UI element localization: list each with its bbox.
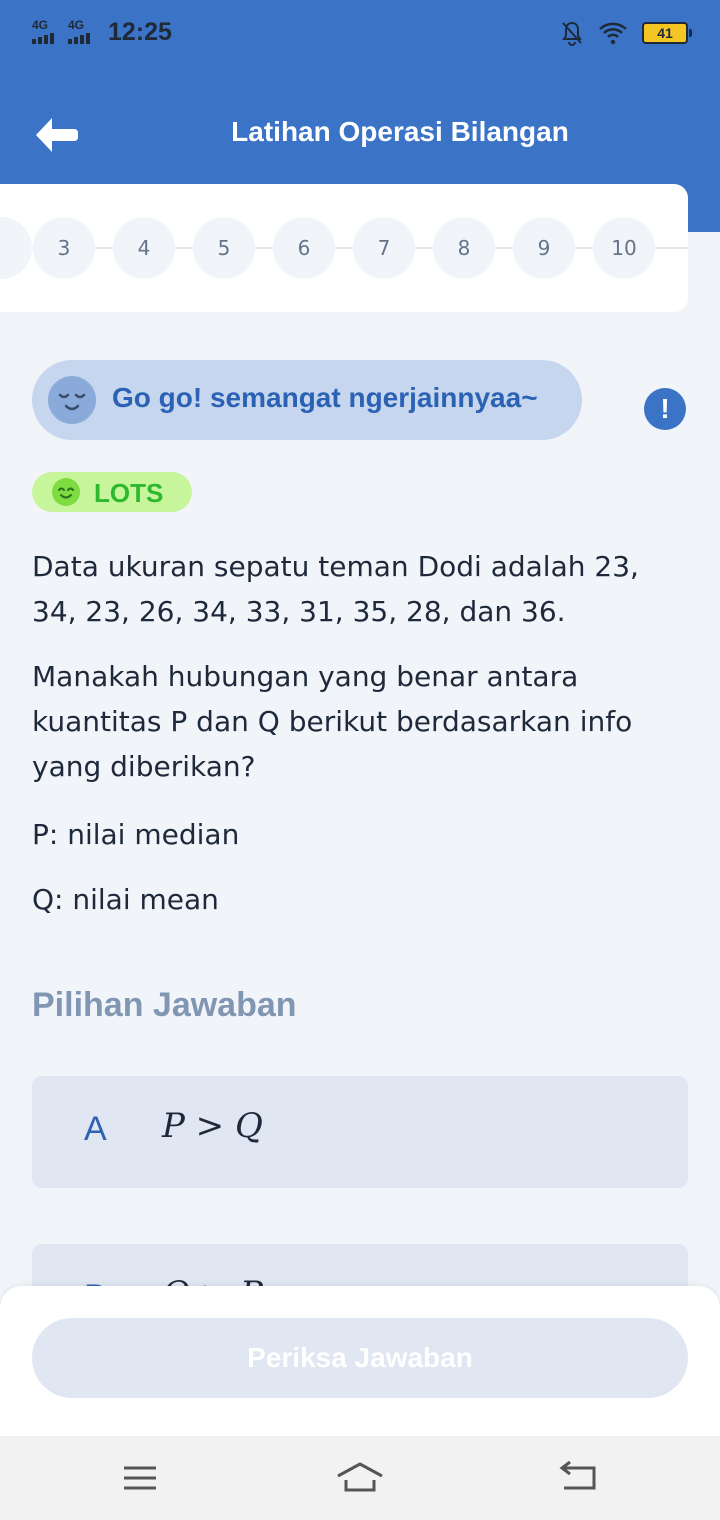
menu-icon — [124, 1466, 156, 1490]
question-navigator: 3 4 5 6 7 8 9 10 — [0, 184, 688, 312]
motivation-banner: Go go! semangat ngerjainnyaa~ — [32, 360, 582, 440]
question-number-button[interactable]: 4 — [113, 217, 175, 279]
answer-option-a[interactable]: A P > Q — [32, 1076, 688, 1188]
check-answer-button[interactable]: Periksa Jawaban — [32, 1318, 688, 1398]
status-time: 12:25 — [108, 18, 172, 46]
page-title: Latihan Operasi Bilangan — [231, 116, 569, 147]
battery-level: 41 — [657, 25, 673, 41]
bell-muted-icon — [562, 21, 582, 46]
quantity-p: P: nilai median — [32, 818, 240, 851]
option-letter: A — [84, 1110, 107, 1148]
level-badge: LOTS — [32, 472, 192, 512]
option-text: P > Q — [162, 1106, 263, 1146]
question-number-button[interactable]: 5 — [193, 217, 255, 279]
answers-heading: Pilihan Jawaban — [32, 986, 297, 1024]
back-icon — [559, 1460, 596, 1490]
motivation-text: Go go! semangat ngerjainnyaa~ — [112, 382, 538, 413]
question-number-button[interactable]: 9 — [513, 217, 575, 279]
quantity-q: Q: nilai mean — [32, 883, 219, 916]
back-button[interactable] — [30, 108, 84, 162]
system-back-button[interactable] — [550, 1456, 610, 1500]
signal-icon: 4G — [68, 17, 98, 46]
status-bar: 4G 4G 12:25 41 — [0, 0, 720, 66]
question-number-button[interactable]: 3 — [33, 217, 95, 279]
level-label: LOTS — [94, 478, 164, 508]
navigator-line — [0, 247, 688, 249]
battery-icon: 41 — [642, 22, 692, 44]
question-number-button[interactable]: 10 — [593, 217, 655, 279]
info-icon[interactable]: ! — [644, 388, 686, 430]
home-button[interactable] — [330, 1456, 390, 1500]
question-number-button[interactable]: 7 — [353, 217, 415, 279]
smile-face-icon — [52, 478, 80, 506]
android-nav-bar — [0, 1436, 720, 1520]
signal-icon: 4G — [32, 17, 62, 46]
question-number-button[interactable]: 6 — [273, 217, 335, 279]
menu-button[interactable] — [110, 1456, 170, 1500]
home-icon — [337, 1462, 383, 1492]
question-paragraph: Manakah hubungan yang benar antara kuant… — [32, 660, 633, 783]
question-number-button[interactable]: 8 — [433, 217, 495, 279]
arrow-left-icon — [36, 118, 78, 152]
question-paragraph: Data ukuran sepatu teman Dodi adalah 23,… — [32, 550, 639, 628]
question-number-button[interactable] — [0, 217, 32, 279]
network-type-1: 4G — [32, 17, 49, 32]
bottom-action-bar: Periksa Jawaban — [0, 1286, 720, 1436]
sleepy-face-icon — [48, 376, 96, 424]
network-type-2: 4G — [68, 17, 85, 32]
wifi-icon — [599, 22, 627, 45]
